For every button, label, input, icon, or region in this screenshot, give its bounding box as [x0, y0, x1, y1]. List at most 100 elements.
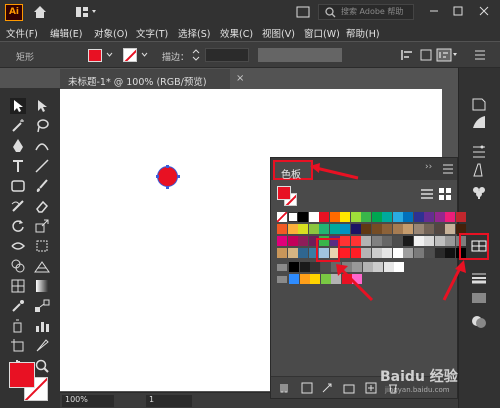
maximize-icon[interactable] [452, 5, 464, 17]
variable-width-profile-field[interactable] [258, 48, 342, 62]
symbol-sprayer-tool-icon[interactable] [10, 318, 26, 334]
color-swatch[interactable] [382, 224, 392, 234]
color-swatch[interactable] [383, 262, 394, 272]
registration-swatch[interactable] [287, 212, 298, 222]
chevron-down-icon[interactable] [106, 51, 113, 58]
color-swatch[interactable] [455, 212, 466, 222]
anchor-point[interactable] [156, 175, 159, 178]
menu-edit[interactable]: 编辑(E) [50, 26, 82, 40]
color-swatch[interactable] [340, 248, 350, 258]
menu-effect[interactable]: 效果(C) [220, 26, 253, 40]
color-swatch[interactable] [329, 224, 340, 234]
curvature-tool-icon[interactable] [34, 138, 50, 154]
color-swatch[interactable] [392, 248, 403, 258]
minimize-icon[interactable] [428, 5, 440, 17]
new-swatch-icon[interactable] [365, 382, 377, 394]
properties-icon[interactable] [470, 96, 488, 112]
lasso-tool-icon[interactable] [34, 118, 50, 134]
menu-select[interactable]: 选择(S) [178, 26, 210, 40]
panel-menu-icon[interactable] [443, 163, 453, 175]
stroke-panel-icon[interactable] [470, 270, 488, 286]
color-swatch[interactable] [308, 212, 319, 222]
color-swatch[interactable] [413, 212, 424, 222]
selection-tool-icon[interactable] [10, 98, 26, 114]
color-swatch[interactable] [319, 212, 329, 222]
rotate-tool-icon[interactable] [10, 218, 26, 234]
color-swatch[interactable] [310, 274, 320, 284]
stroke-weight-field[interactable] [205, 48, 249, 62]
swatch-options-icon[interactable] [321, 382, 333, 394]
swatch-libraries-icon[interactable] [279, 382, 291, 394]
stroke-color-swatch[interactable] [123, 48, 137, 62]
color-group-folder-icon[interactable] [277, 264, 287, 271]
panel-fill-swatch[interactable] [277, 186, 291, 200]
color-swatch[interactable] [361, 224, 371, 234]
color-swatch[interactable] [287, 236, 298, 246]
color-swatch[interactable] [340, 212, 350, 222]
color-swatch[interactable] [445, 212, 455, 222]
color-swatch[interactable] [277, 236, 287, 246]
artboard-number-field[interactable]: 1 [146, 395, 192, 407]
gradient-panel-icon[interactable] [470, 290, 488, 306]
close-window-icon[interactable] [478, 5, 490, 17]
gradient-tool-icon[interactable] [34, 278, 50, 294]
selected-circle-shape[interactable] [157, 166, 178, 187]
libraries-icon[interactable] [470, 114, 488, 130]
color-group-folder-icon[interactable] [277, 276, 287, 283]
color-swatch[interactable] [424, 236, 434, 246]
perspective-grid-tool-icon[interactable] [34, 258, 50, 274]
color-swatch[interactable] [308, 224, 319, 234]
color-swatch[interactable] [277, 224, 287, 234]
align-to-icon[interactable] [436, 48, 458, 62]
color-swatch[interactable] [287, 224, 298, 234]
color-swatch[interactable] [382, 212, 392, 222]
fill-color-swatch[interactable] [88, 49, 102, 62]
color-swatch[interactable] [329, 212, 340, 222]
color-swatch[interactable] [340, 224, 350, 234]
color-swatch[interactable] [371, 212, 382, 222]
color-swatch[interactable] [445, 224, 455, 234]
paintbrush-tool-icon[interactable] [34, 178, 50, 194]
color-swatch[interactable] [298, 248, 308, 258]
shape-builder-tool-icon[interactable] [10, 258, 26, 274]
color-swatch[interactable] [361, 248, 371, 258]
color-swatch[interactable] [434, 224, 445, 234]
tab-swatches[interactable]: 色板 [273, 160, 313, 181]
shaper-tool-icon[interactable] [10, 198, 26, 214]
anchor-point[interactable] [166, 165, 169, 168]
color-swatch[interactable] [289, 274, 299, 284]
color-swatch[interactable] [350, 212, 361, 222]
scale-tool-icon[interactable] [34, 218, 50, 234]
color-swatch[interactable] [319, 224, 329, 234]
shape-options-icon[interactable] [420, 49, 432, 61]
arrange-documents-icon[interactable] [296, 6, 310, 18]
color-swatch[interactable] [424, 224, 434, 234]
magic-wand-tool-icon[interactable] [10, 118, 26, 134]
color-swatch[interactable] [350, 248, 361, 258]
menu-object[interactable]: 对象(O) [94, 26, 128, 40]
new-color-group-icon[interactable] [343, 382, 355, 394]
type-tool-icon[interactable] [10, 158, 26, 174]
symbols-icon[interactable] [470, 184, 488, 200]
free-transform-tool-icon[interactable] [34, 238, 50, 254]
none-swatch[interactable] [277, 212, 287, 222]
column-graph-tool-icon[interactable] [34, 318, 50, 334]
color-swatch[interactable] [382, 248, 392, 258]
color-swatch[interactable] [413, 236, 424, 246]
color-swatch[interactable] [403, 236, 413, 246]
color-swatch[interactable] [277, 248, 287, 258]
document-tab[interactable]: 未标题-1* @ 100% (RGB/预览) [60, 69, 230, 89]
grid-view-icon[interactable] [439, 188, 451, 200]
color-swatch[interactable] [340, 236, 350, 246]
color-swatch[interactable] [350, 224, 361, 234]
color-swatch[interactable] [299, 262, 310, 272]
menu-window[interactable]: 窗口(W) [304, 26, 340, 40]
anchor-point[interactable] [177, 175, 180, 178]
width-tool-icon[interactable] [10, 238, 26, 254]
color-swatch[interactable] [298, 224, 308, 234]
zoom-tool-icon[interactable] [34, 358, 50, 374]
color-swatch[interactable] [403, 212, 413, 222]
blend-tool-icon[interactable] [34, 298, 50, 314]
color-swatch[interactable] [320, 274, 331, 284]
color-swatch[interactable] [434, 248, 445, 258]
